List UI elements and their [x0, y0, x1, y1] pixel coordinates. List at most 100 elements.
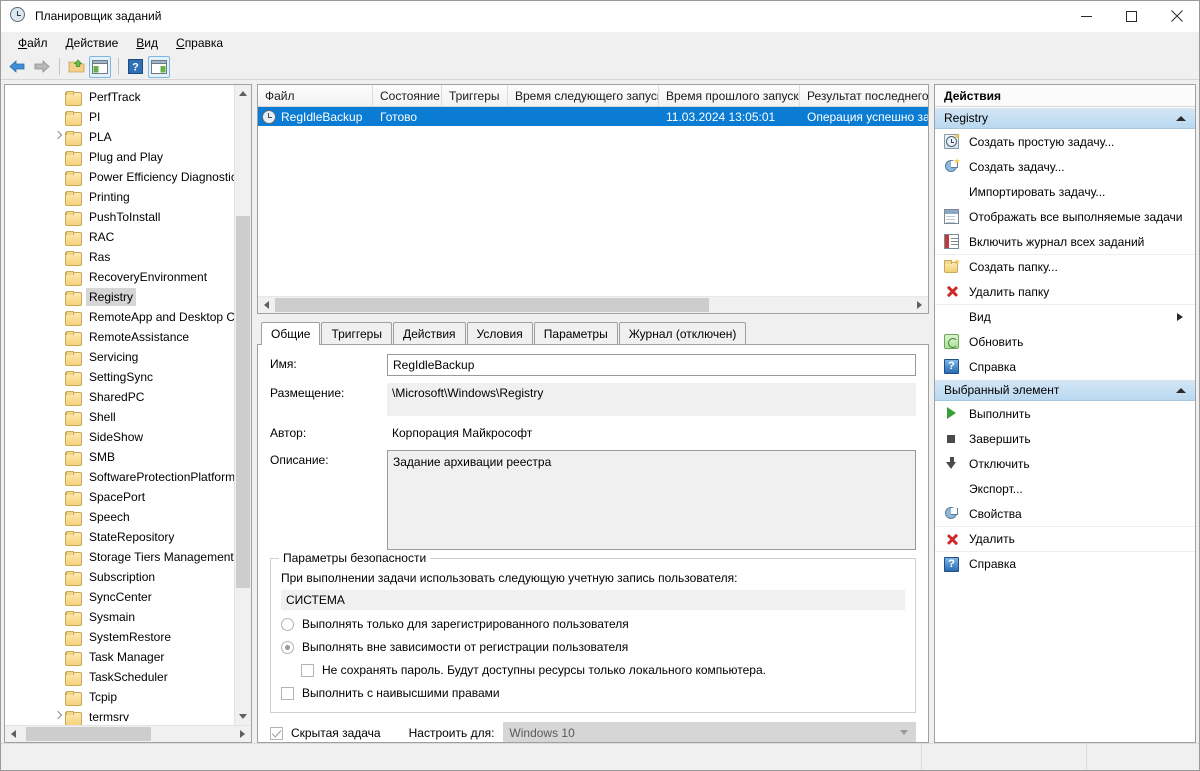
tree-scroll-track[interactable] [235, 102, 251, 708]
task-list-header[interactable]: Файл Состояние Триггеры Время следующего за… [258, 85, 928, 107]
action-item[interactable]: Включить журнал всех заданий [935, 229, 1195, 254]
tree-node[interactable]: Sysmain [5, 607, 234, 627]
tree-node[interactable]: SpacePort [5, 487, 234, 507]
tree-node[interactable]: RemoteApp and Desktop Connections [5, 307, 234, 327]
menu-help[interactable]: Справка [167, 33, 232, 53]
tree-node[interactable]: RecoveryEnvironment [5, 267, 234, 287]
checkbox-no-password[interactable] [301, 663, 314, 677]
tree-node[interactable]: RAC [5, 227, 234, 247]
action-item[interactable]: Отключить [935, 451, 1195, 476]
description-field[interactable]: Задание архивации реестра [387, 450, 916, 550]
tree-node[interactable]: SettingSync [5, 367, 234, 387]
column-header[interactable]: Результат последнего запуска [800, 85, 928, 106]
tree-horizontal-scrollbar[interactable] [5, 725, 251, 742]
tree-node[interactable]: SharedPC [5, 387, 234, 407]
actions-section-header[interactable]: Registry [935, 107, 1195, 129]
action-item[interactable]: Завершить [935, 426, 1195, 451]
name-field[interactable]: RegIdleBackup [387, 354, 916, 376]
tree-node[interactable]: SMB [5, 447, 234, 467]
maximize-button[interactable] [1109, 1, 1154, 32]
action-item[interactable]: Экспорт... [935, 476, 1195, 501]
configure-for-select[interactable]: Windows 10 [503, 722, 916, 742]
tree-hscroll-track[interactable] [22, 726, 234, 742]
tree-node[interactable]: Tcpip [5, 687, 234, 707]
column-header[interactable]: Файл [258, 85, 373, 106]
list-scroll-left-icon[interactable] [258, 297, 275, 313]
task-list-body[interactable]: RegIdleBackup Готово 11.03.2024 13:05:01 Оп… [258, 107, 928, 296]
action-item[interactable]: Создать простую задачу... [935, 129, 1195, 154]
tree-node[interactable]: SideShow [5, 427, 234, 447]
tree-node[interactable]: Storage Tiers Management [5, 547, 234, 567]
details-tabstrip[interactable]: Общие Триггеры Действия Условия Параметры Жур… [257, 321, 929, 345]
tree-node[interactable]: Subscription [5, 567, 234, 587]
close-button[interactable] [1154, 1, 1199, 32]
show-action-pane-icon[interactable] [148, 55, 170, 78]
tree-vertical-scrollbar[interactable] [234, 85, 251, 725]
tree-node[interactable]: Servicing [5, 347, 234, 367]
tab-1[interactable]: Общие [261, 322, 321, 345]
tree-node[interactable]: StateRepository [5, 527, 234, 547]
action-item[interactable]: Импортировать задачу... [935, 179, 1195, 204]
tree-node[interactable]: TaskScheduler [5, 667, 234, 687]
list-hscroll-track[interactable] [275, 297, 911, 313]
tree-node[interactable]: SoftwareProtectionPlatform [5, 467, 234, 487]
show-pane-icon[interactable] [89, 55, 111, 78]
tab-6[interactable]: Журнал (отключен) [618, 322, 747, 344]
menu-file[interactable]: Файл [9, 33, 57, 53]
scroll-up-icon[interactable] [235, 85, 251, 102]
checkbox-hidden-task[interactable] [270, 726, 283, 740]
radio-logged-on-row[interactable]: Выполнять только для зарегистрированного… [281, 617, 905, 631]
action-item[interactable]: Отображать все выполняемые задачи [935, 204, 1195, 229]
action-item[interactable]: ? Справка [935, 354, 1195, 379]
minimize-button[interactable] [1064, 1, 1109, 32]
action-item[interactable]: Вид [935, 304, 1195, 329]
chevron-right-icon[interactable] [53, 132, 63, 142]
radio-logged-on[interactable] [281, 617, 294, 631]
column-header[interactable]: Состояние [373, 85, 442, 106]
forward-icon[interactable] [30, 56, 52, 78]
scroll-right-icon[interactable] [234, 726, 251, 742]
tree-node[interactable]: PLA [5, 127, 234, 147]
scroll-left-icon[interactable] [5, 726, 22, 742]
help-icon[interactable]: ? [124, 56, 146, 78]
tree-list[interactable]: PerfTrack PI PLA Plug and Play Power Efficie… [5, 85, 234, 725]
tab-2[interactable]: Триггеры [321, 322, 392, 344]
tree-node[interactable]: RemoteAssistance [5, 327, 234, 347]
table-row[interactable]: RegIdleBackup Готово 11.03.2024 13:05:01 Оп… [258, 107, 928, 126]
tree-node[interactable]: PushToInstall [5, 207, 234, 227]
radio-regardless[interactable] [281, 640, 294, 654]
tree-node[interactable]: Power Efficiency Diagnostics [5, 167, 234, 187]
action-item[interactable]: Создать папку... [935, 254, 1195, 279]
tree-node[interactable]: Registry [5, 287, 234, 307]
chevron-right-icon[interactable] [53, 712, 63, 722]
action-item[interactable]: ? Справка [935, 551, 1195, 576]
tree-node[interactable]: PerfTrack [5, 87, 234, 107]
tree-node[interactable]: Printing [5, 187, 234, 207]
tree-node[interactable]: SystemRestore [5, 627, 234, 647]
task-list-horizontal-scrollbar[interactable] [258, 296, 928, 313]
tab-5[interactable]: Параметры [533, 322, 618, 344]
scroll-down-icon[interactable] [235, 708, 251, 725]
tree-node[interactable]: Task Manager [5, 647, 234, 667]
tree-node[interactable]: PI [5, 107, 234, 127]
action-item[interactable]: Свойства [935, 501, 1195, 526]
action-item[interactable]: Создать задачу... [935, 154, 1195, 179]
actions-section-header[interactable]: Выбранный элемент [935, 379, 1195, 401]
action-item[interactable]: Выполнить [935, 401, 1195, 426]
tab-3[interactable]: Действия [392, 322, 466, 344]
chevron-up-icon[interactable] [1176, 115, 1186, 121]
menu-view[interactable]: Вид [127, 33, 167, 53]
checkbox-highest[interactable] [281, 686, 294, 700]
tree-node[interactable]: Plug and Play [5, 147, 234, 167]
radio-regardless-row[interactable]: Выполнять вне зависимости от регистрации… [281, 640, 905, 654]
chevron-right-icon[interactable] [1177, 313, 1183, 321]
column-header[interactable]: Время прошлого запуска [659, 85, 800, 106]
tab-4[interactable]: Условия [466, 322, 533, 344]
tree-node[interactable]: Shell [5, 407, 234, 427]
column-header[interactable]: Время следующего запуска [508, 85, 659, 106]
tree-node[interactable]: SyncCenter [5, 587, 234, 607]
up-folder-icon[interactable] [65, 56, 87, 78]
back-icon[interactable] [6, 56, 28, 78]
column-header[interactable]: Триггеры [442, 85, 508, 106]
tree-node[interactable]: Ras [5, 247, 234, 267]
